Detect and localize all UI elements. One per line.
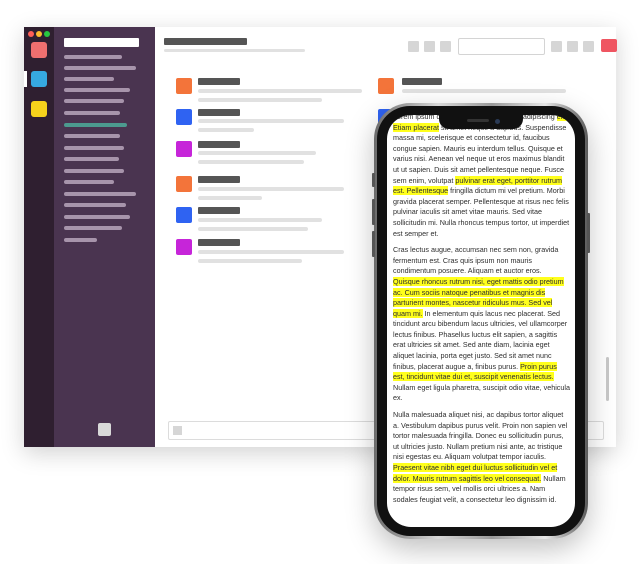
- message-line: [198, 196, 262, 200]
- sidebar-item[interactable]: [64, 226, 122, 230]
- workspace-button-2[interactable]: [31, 71, 47, 87]
- message-author: [198, 141, 240, 148]
- message-avatar[interactable]: [176, 78, 192, 94]
- search-input[interactable]: [458, 38, 545, 55]
- sidebar-item[interactable]: [64, 88, 130, 92]
- sidebar-item[interactable]: [64, 180, 114, 184]
- workspace-button-3[interactable]: [31, 101, 47, 117]
- message-author: [402, 78, 442, 85]
- header-icon-button[interactable]: [567, 41, 578, 52]
- sidebar-item[interactable]: [64, 66, 136, 70]
- message-line: [198, 119, 344, 123]
- channel-topic: [164, 49, 305, 52]
- active-workspace-indicator: [24, 71, 27, 87]
- text-span: Cras lectus augue, accumsan nec sem non,…: [393, 245, 559, 276]
- message-avatar[interactable]: [176, 141, 192, 157]
- sidebar-item[interactable]: [64, 157, 119, 161]
- sidebar-item[interactable]: [64, 215, 130, 219]
- message-author: [198, 78, 240, 85]
- message-avatar[interactable]: [176, 239, 192, 255]
- sidebar-item-active[interactable]: [64, 123, 127, 127]
- header-action-button[interactable]: [601, 39, 617, 52]
- document-paragraph: Nulla malesuada aliquet nisi, ac dapibus…: [393, 410, 570, 505]
- channel-title: [164, 38, 247, 45]
- sidebar-item[interactable]: [64, 192, 136, 196]
- message-line: [198, 128, 254, 132]
- sidebar-item[interactable]: [64, 203, 126, 207]
- message-line: [198, 151, 316, 155]
- window-maximize-button[interactable]: [44, 31, 50, 37]
- document-paragraph: Cras lectus augue, accumsan nec sem non,…: [393, 245, 570, 404]
- message-author: [198, 176, 240, 183]
- message-avatar[interactable]: [176, 207, 192, 223]
- sidebar-item[interactable]: [64, 146, 124, 150]
- channel-sidebar: [54, 27, 155, 447]
- message-avatar[interactable]: [176, 109, 192, 125]
- message-author: [198, 109, 240, 116]
- camera-icon: [495, 119, 500, 124]
- sidebar-item[interactable]: [64, 134, 120, 138]
- phone-mockup: Lorem ipsum dolor sit amet, consectetur …: [372, 103, 590, 539]
- message-line: [198, 218, 322, 222]
- power-button: [587, 213, 590, 253]
- volume-down-button: [372, 231, 375, 257]
- workspace-button-1[interactable]: [31, 42, 47, 58]
- header-icon-button[interactable]: [551, 41, 562, 52]
- message-line: [198, 227, 308, 231]
- message-line: [402, 89, 566, 93]
- message-avatar[interactable]: [378, 78, 394, 94]
- window-close-button[interactable]: [28, 31, 34, 37]
- attach-icon[interactable]: [173, 426, 182, 435]
- message-line: [198, 187, 344, 191]
- speaker-icon: [467, 119, 489, 122]
- phone-screen: Lorem ipsum dolor sit amet, consectetur …: [387, 115, 575, 527]
- header-icon-button[interactable]: [424, 41, 435, 52]
- document-paragraph: Lorem ipsum dolor sit amet, consectetur …: [393, 115, 570, 239]
- window-minimize-button[interactable]: [36, 31, 42, 37]
- text-span: Nulla malesuada aliquet nisi, ac dapibus…: [393, 410, 568, 462]
- workspace-rail: [24, 27, 54, 447]
- message-line: [198, 89, 362, 93]
- mute-switch: [372, 173, 375, 187]
- message-line: [198, 160, 304, 164]
- sidebar-item[interactable]: [64, 169, 124, 173]
- message-line: [198, 250, 344, 254]
- scrollbar-thumb[interactable]: [606, 357, 609, 401]
- sidebar-item[interactable]: [64, 238, 97, 242]
- phone-bezel: Lorem ipsum dolor sit amet, consectetur …: [377, 106, 585, 536]
- header-icon-button[interactable]: [583, 41, 594, 52]
- message-author: [198, 207, 240, 214]
- sidebar-item[interactable]: [64, 77, 114, 81]
- sidebar-footer-icon[interactable]: [98, 423, 111, 436]
- message-line: [198, 259, 302, 263]
- message-author: [198, 239, 240, 246]
- highlighted-text: Praesent vitae nibh eget dui luctus soll…: [393, 463, 558, 483]
- sidebar-item[interactable]: [64, 99, 124, 103]
- sidebar-item[interactable]: [64, 55, 122, 59]
- message-line: [198, 98, 322, 102]
- volume-up-button: [372, 199, 375, 225]
- header-icon-button[interactable]: [408, 41, 419, 52]
- text-span: Nullam eget ligula pharetra, suscipit od…: [393, 382, 570, 403]
- document-text: Lorem ipsum dolor sit amet, consectetur …: [393, 115, 570, 511]
- workspace-name[interactable]: [64, 38, 139, 47]
- phone-notch: [439, 115, 523, 129]
- message-avatar[interactable]: [176, 176, 192, 192]
- sidebar-item[interactable]: [64, 111, 120, 115]
- header-icon-button[interactable]: [440, 41, 451, 52]
